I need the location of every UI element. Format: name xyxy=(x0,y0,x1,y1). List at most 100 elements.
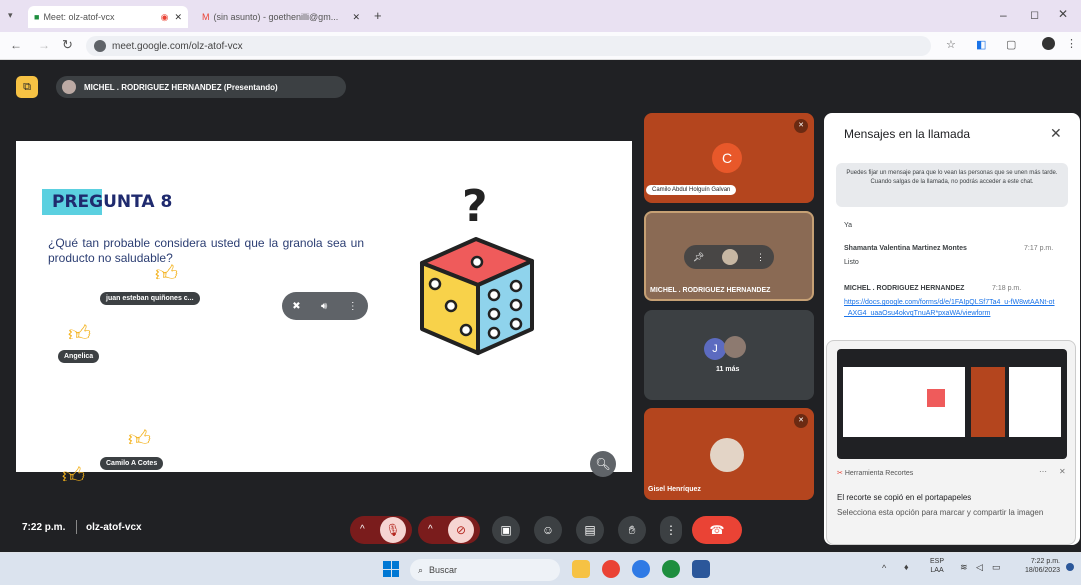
close-chat-button[interactable]: ✕ xyxy=(1050,125,1062,142)
participant-avatar xyxy=(724,336,746,358)
thumbs-up-icon: 👍︎ xyxy=(128,426,151,451)
sidepanel-icon[interactable]: ▢ xyxy=(1006,38,1016,51)
recording-dot-icon: ◉ xyxy=(160,11,169,22)
tray-chevron-icon[interactable]: ^ xyxy=(882,563,886,573)
taskbar-clock[interactable]: 7:22 p.m. 18/06/2023 xyxy=(1016,557,1060,575)
emoji-reaction-button[interactable]: ☺ xyxy=(534,516,562,544)
site-info-icon[interactable] xyxy=(94,40,106,52)
participant-tile[interactable]: 📌︎ ⋮ MICHEL . RODRIGUEZ HERNANDEZ xyxy=(644,211,814,301)
snip-preview-chat xyxy=(1009,367,1061,437)
chat-link[interactable]: https://docs.google.com/forms/d/e/1FAIpQ… xyxy=(844,297,1056,333)
thumbs-up-icon: 👍︎ xyxy=(68,321,91,346)
forward-arrow-icon[interactable]: → xyxy=(38,38,50,52)
snip-preview-slide xyxy=(843,367,965,437)
slide-question: ¿Qué tan probable considera usted que la… xyxy=(48,236,364,265)
meeting-time: 7:22 p.m. xyxy=(22,522,66,533)
svg-text:?: ? xyxy=(462,181,488,232)
spotify-icon[interactable] xyxy=(662,560,680,578)
presenter-avatar xyxy=(62,80,76,94)
captions-button[interactable]: ▤ xyxy=(576,516,604,544)
more-options-icon[interactable]: ⋮ xyxy=(756,252,765,263)
divider xyxy=(76,520,77,534)
maximize-button[interactable]: ◻ xyxy=(1030,8,1039,21)
snip-app-row: ✂︎ Herramienta Recortes xyxy=(837,470,914,477)
tray-app-icon[interactable]: ♦ xyxy=(904,562,909,572)
tab-gmail[interactable]: M (sin asunto) - goethenilli@gm... ✕ xyxy=(196,6,366,28)
chat-time: 7:17 p.m. xyxy=(1024,245,1054,252)
snip-preview-tiles xyxy=(971,367,1005,437)
reaction-name: Camilo A Cotes xyxy=(100,457,164,470)
pin-icon[interactable]: 📌︎ xyxy=(693,252,704,263)
participant-tile[interactable]: C ✕ Camilo Abdul Holguín Galvan xyxy=(644,113,814,203)
close-tab-icon[interactable]: ✕ xyxy=(174,12,182,23)
pin-off-icon[interactable]: ✖ xyxy=(292,301,300,312)
chevron-up-icon[interactable]: ^ xyxy=(360,524,365,535)
muted-mic-icon: ✕ xyxy=(794,119,808,133)
extension-icon[interactable]: ◧ xyxy=(976,38,986,51)
chat-time: 7:18 p.m. xyxy=(992,285,1022,292)
snip-notification[interactable]: ✂︎ Herramienta Recortes ⋯ ✕ El recorte s… xyxy=(826,340,1076,545)
language-indicator[interactable]: ESP LAA xyxy=(930,557,944,575)
profile-avatar[interactable] xyxy=(1042,37,1055,50)
participant-hover-controls[interactable]: ✖ 🔊︎ ⋮ xyxy=(282,292,368,320)
volume-tray-icon[interactable]: ◁ xyxy=(976,562,983,573)
participant-name: MICHEL . RODRIGUEZ HERNANDEZ xyxy=(650,287,771,294)
muted-mic-icon: ✕ xyxy=(794,414,808,428)
raise-hand-button[interactable]: ✋︎ xyxy=(618,516,646,544)
participant-tile-overflow[interactable]: J 11 más xyxy=(644,310,814,400)
tab-search-icon[interactable]: ▾ xyxy=(8,10,13,21)
zoom-button[interactable]: 🔍︎ xyxy=(590,451,616,477)
snip-preview[interactable] xyxy=(837,349,1067,459)
browser-menu-icon[interactable]: ⋮ xyxy=(1066,37,1077,50)
camera-off-button[interactable]: ⊘ xyxy=(448,517,474,543)
word-icon[interactable] xyxy=(692,560,710,578)
leave-call-button[interactable]: ☎ xyxy=(692,516,742,544)
more-options-icon[interactable]: ⋮ xyxy=(348,301,358,312)
chrome-icon[interactable] xyxy=(602,560,620,578)
thumbs-up-icon: 👍︎ xyxy=(155,261,178,286)
url-bar[interactable]: meet.google.com/olz-atof-vcx xyxy=(86,36,931,56)
mic-off-button[interactable]: 🎙︎ xyxy=(380,517,406,543)
participant-name: Camilo Abdul Holguín Galvan xyxy=(646,185,737,195)
snip-close-icon[interactable]: ✕ xyxy=(1059,467,1066,476)
edge-icon[interactable] xyxy=(632,560,650,578)
close-tab-icon[interactable]: ✕ xyxy=(352,12,360,23)
back-arrow-icon[interactable]: ← xyxy=(10,38,22,52)
wifi-icon[interactable]: ≋ xyxy=(960,562,968,573)
participant-tile[interactable]: ✕ Gisel Henríquez xyxy=(644,408,814,500)
participant-avatar: J xyxy=(704,338,726,360)
snip-menu-icon[interactable]: ⋯ xyxy=(1039,467,1047,476)
chevron-up-icon[interactable]: ^ xyxy=(428,524,433,535)
volume-icon[interactable]: 🔊︎ xyxy=(321,301,327,312)
notification-icon[interactable] xyxy=(1066,563,1074,571)
close-window-button[interactable]: ✕ xyxy=(1058,7,1068,21)
meeting-code: olz-atof-vcx xyxy=(86,522,142,533)
tab-meet[interactable]: ■ Meet: olz-atof-vcx ◉ ✕ xyxy=(28,6,188,28)
presenter-banner: MICHEL . RODRIGUEZ HERNANDEZ (Presentand… xyxy=(56,76,346,98)
new-tab-button[interactable]: + xyxy=(374,8,382,23)
chat-message: Ya xyxy=(844,222,853,229)
star-icon[interactable]: ☆ xyxy=(946,38,956,51)
dice-question-illustration: ? xyxy=(420,181,534,355)
minimize-button[interactable]: – xyxy=(1000,8,1007,22)
presentation-icon[interactable]: ⧉ xyxy=(16,76,38,98)
gmail-favicon-icon: M xyxy=(202,12,210,22)
windows-start-icon[interactable] xyxy=(383,561,399,577)
present-screen-button[interactable]: ▣ xyxy=(492,516,520,544)
participant-avatar: C xyxy=(712,143,742,173)
tile-hover-controls[interactable]: 📌︎ ⋮ xyxy=(684,245,774,269)
chat-message: Listo xyxy=(844,259,859,266)
reaction-name: juan esteban quiñones c... xyxy=(100,292,200,305)
file-explorer-icon[interactable] xyxy=(572,560,590,578)
more-options-button[interactable]: ⋮ xyxy=(660,516,682,544)
reaction-name: Angelica xyxy=(58,350,100,363)
taskbar-search[interactable]: ⌕ Buscar xyxy=(410,559,560,581)
reload-icon[interactable]: ↻ xyxy=(62,37,73,53)
participant-name: Gisel Henríquez xyxy=(648,486,701,493)
participant-avatar xyxy=(722,249,739,265)
battery-icon[interactable]: ▭ xyxy=(992,562,1001,573)
chat-title: Mensajes en la llamada xyxy=(844,127,971,141)
snip-title: El recorte se copió en el portapapeles xyxy=(837,493,972,502)
search-icon: ⌕ xyxy=(418,564,424,575)
participant-avatar xyxy=(710,438,744,472)
